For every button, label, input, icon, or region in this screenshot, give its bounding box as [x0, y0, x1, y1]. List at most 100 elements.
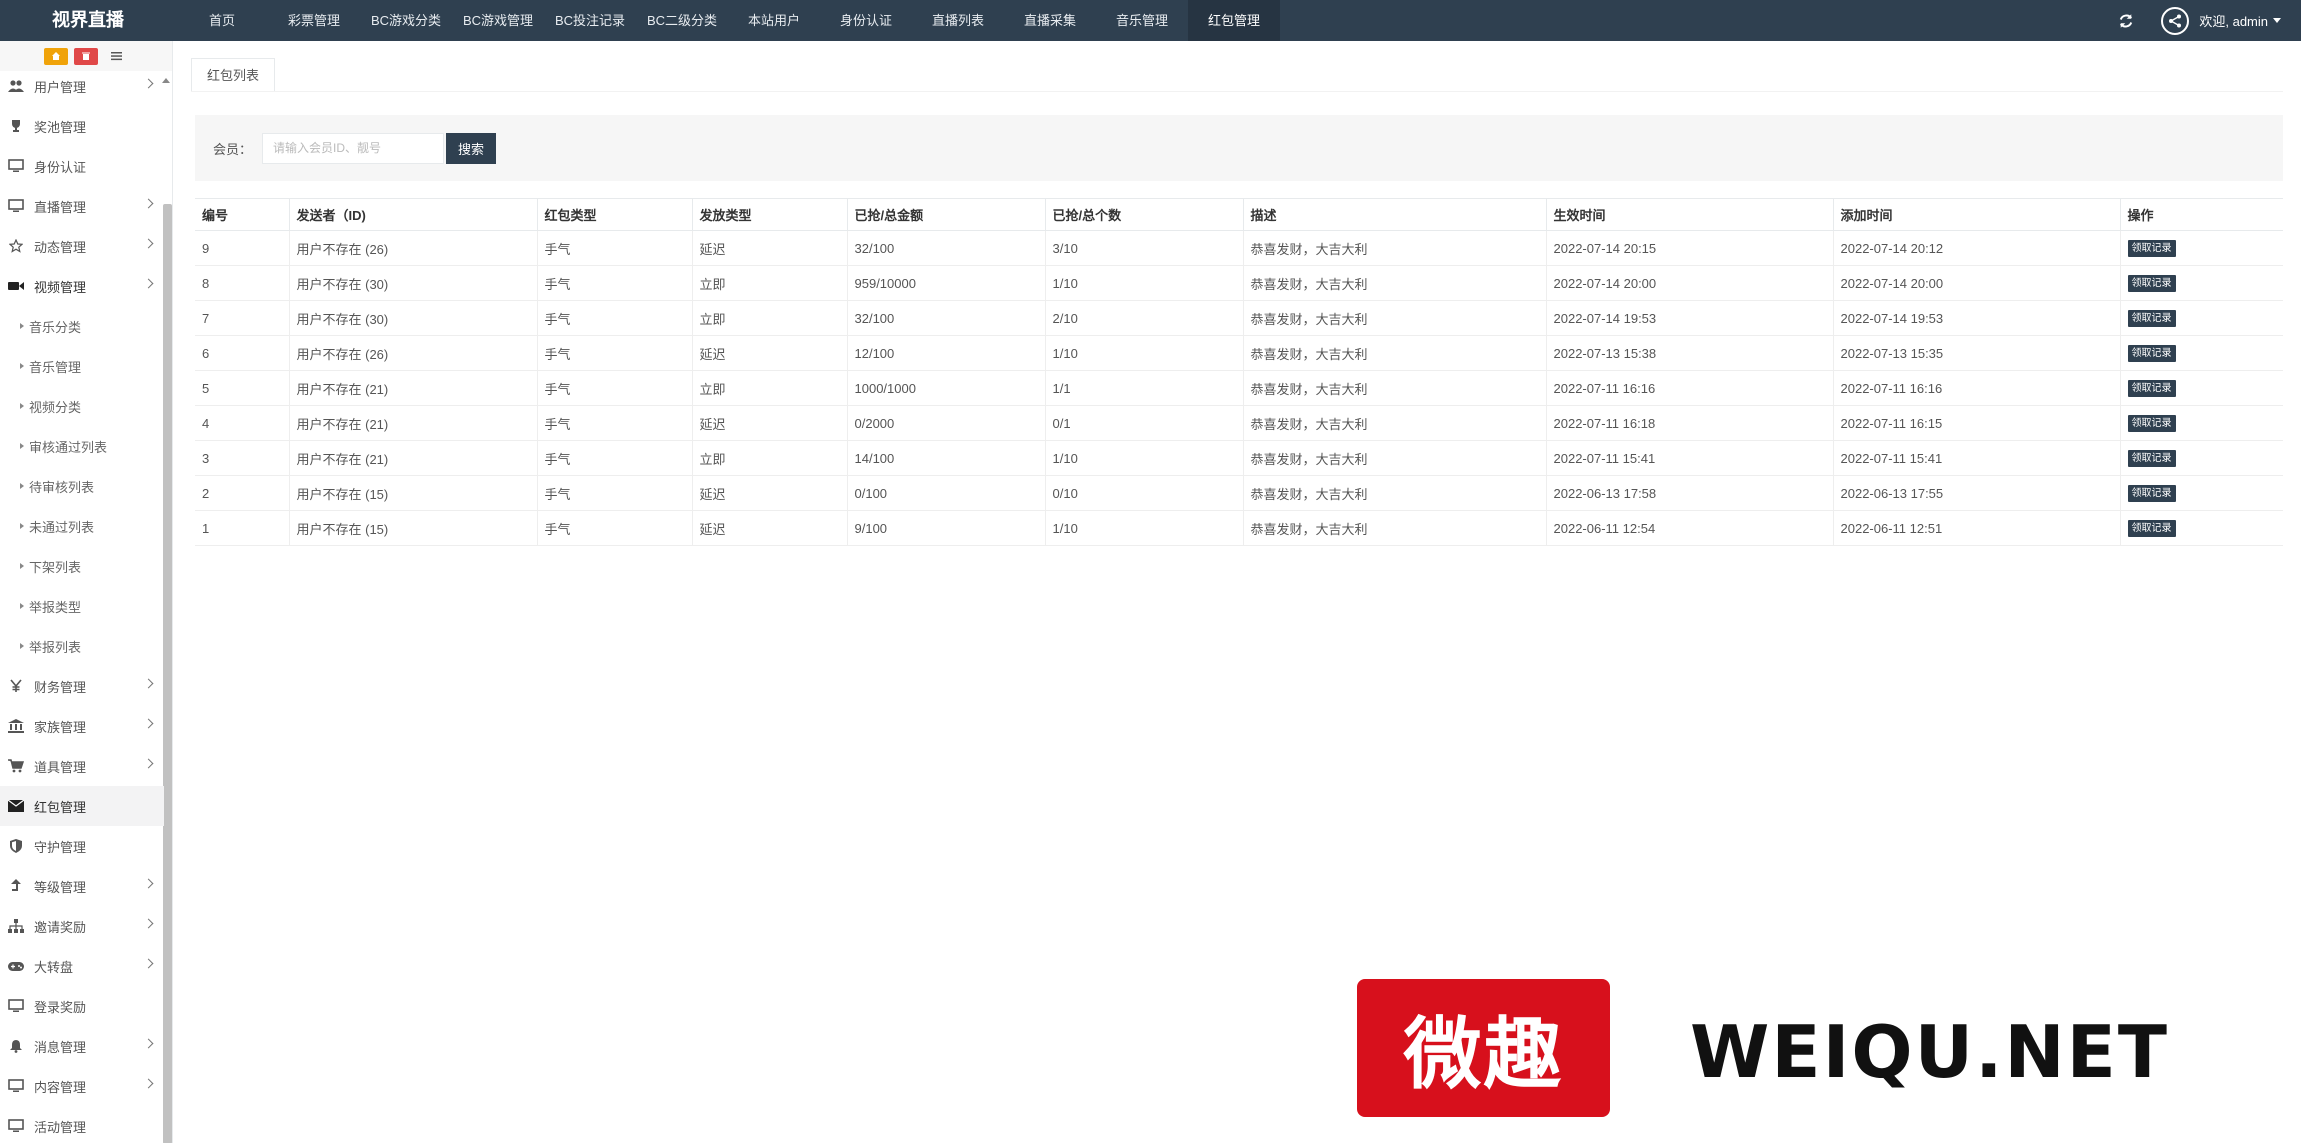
sidebar-item[interactable]: 家族管理 — [0, 706, 164, 746]
nav-item[interactable]: 直播采集 — [1004, 0, 1096, 41]
nav-item[interactable]: 首页 — [176, 0, 268, 41]
claim-records-button[interactable]: 领取记录 — [2127, 310, 2176, 327]
table-cell: 领取记录 — [2119, 230, 2283, 266]
sidebar-item[interactable]: 用户管理 — [0, 66, 164, 106]
table-cell: 手气 — [536, 300, 692, 336]
nav-item[interactable]: BC游戏分类 — [360, 0, 452, 41]
sidebar-item-label: 用户管理 — [34, 79, 87, 95]
sidebar-item[interactable]: 道具管理 — [0, 746, 164, 786]
chevron-right-icon — [143, 878, 154, 889]
user-greeting[interactable]: 欢迎, admin — [2199, 11, 2268, 30]
bell-icon — [8, 1038, 24, 1054]
sidebar-item[interactable]: 视频管理 — [0, 266, 164, 306]
claim-records-button[interactable]: 领取记录 — [2127, 275, 2176, 292]
sidebar-subitem[interactable]: 下架列表 — [0, 546, 164, 586]
table-cell: 手气 — [536, 510, 692, 546]
sidebar-item-label: 活动管理 — [34, 1119, 87, 1135]
table-row: 1 用户不存在 (15) 手气 延迟 9/100 1/10 恭喜发财，大吉大利 2022-06… — [195, 510, 2283, 546]
sidebar-item-label: 家族管理 — [34, 719, 87, 735]
sidebar-item-label: 奖池管理 — [34, 119, 87, 135]
claim-records-button[interactable]: 领取记录 — [2127, 415, 2176, 432]
table-cell: 立即 — [691, 370, 847, 406]
sidebar-subitem[interactable]: 审核通过列表 — [0, 426, 164, 466]
sidebar-item[interactable]: 奖池管理 — [0, 106, 164, 146]
sidebar-item[interactable]: 大转盘 — [0, 946, 164, 986]
nav-item[interactable]: BC投注记录 — [544, 0, 636, 41]
nav-item[interactable]: 彩票管理 — [268, 0, 360, 41]
sidebar-item[interactable]: 红包管理 — [0, 786, 164, 826]
table-row: 6 用户不存在 (26) 手气 延迟 12/100 1/10 恭喜发财，大吉大利 2022-0… — [195, 335, 2283, 371]
brand-title[interactable]: 视界直播 — [0, 0, 176, 41]
table-cell: 领取记录 — [2119, 475, 2283, 511]
sidebar-item[interactable]: 活动管理 — [0, 1106, 164, 1143]
home-icon[interactable] — [44, 47, 68, 65]
claim-records-button[interactable]: 领取记录 — [2127, 240, 2176, 257]
sidebar-item[interactable]: 财务管理 — [0, 666, 164, 706]
top-right-area: 欢迎, admin — [2117, 0, 2281, 41]
sidebar-item[interactable]: 身份认证 — [0, 146, 164, 186]
sidebar-item-label: 审核通过列表 — [29, 439, 108, 455]
claim-records-button[interactable]: 领取记录 — [2127, 345, 2176, 362]
sidebar-subitem[interactable]: 未通过列表 — [0, 506, 164, 546]
sidebar-scrollbar[interactable] — [163, 204, 172, 1143]
table-cell: 恭喜发财，大吉大利 — [1242, 475, 1546, 511]
search-panel: 会员： 搜索 — [195, 115, 2283, 181]
chevron-right-icon — [143, 238, 154, 249]
sidebar-subitem[interactable]: 音乐管理 — [0, 346, 164, 386]
sidebar-subitem[interactable]: 音乐分类 — [0, 306, 164, 346]
table-cell: 立即 — [691, 265, 847, 301]
level-up-icon — [8, 878, 24, 894]
sidebar-item-label: 视频分类 — [29, 399, 82, 415]
search-button[interactable]: 搜索 — [446, 132, 497, 164]
table-cell: 延迟 — [691, 230, 847, 266]
claim-records-button[interactable]: 领取记录 — [2127, 450, 2176, 467]
tab-divider — [191, 91, 2283, 92]
member-label: 会员： — [213, 141, 253, 157]
sidebar-item[interactable]: 等级管理 — [0, 866, 164, 906]
claim-records-button[interactable]: 领取记录 — [2127, 485, 2176, 502]
sidebar-subitem[interactable]: 视频分类 — [0, 386, 164, 426]
tab-red-packet-list[interactable]: 红包列表 — [191, 58, 276, 92]
sidebar-item-label: 举报类型 — [29, 599, 82, 615]
claim-records-button[interactable]: 领取记录 — [2127, 520, 2176, 537]
sidebar-subitem[interactable]: 举报类型 — [0, 586, 164, 626]
table-cell: 立即 — [691, 440, 847, 476]
sidebar-subitem[interactable]: 举报列表 — [0, 626, 164, 666]
video-camera-icon — [8, 278, 24, 294]
sidebar-item[interactable]: 消息管理 — [0, 1026, 164, 1066]
sidebar-item[interactable]: 登录奖励 — [0, 986, 164, 1026]
nav-item[interactable]: 红包管理 — [1188, 0, 1280, 41]
claim-records-button[interactable]: 领取记录 — [2127, 380, 2176, 397]
table-row: 2 用户不存在 (15) 手气 延迟 0/100 0/10 恭喜发财，大吉大利 2022-06… — [195, 475, 2283, 511]
sidebar-item[interactable]: 守护管理 — [0, 826, 164, 866]
column-header: 生效时间 — [1545, 198, 1833, 231]
refresh-icon[interactable] — [2117, 12, 2135, 30]
nav-item[interactable]: 本站用户 — [728, 0, 820, 41]
nav-item[interactable]: BC二级分类 — [636, 0, 728, 41]
table-cell: 2022-07-14 19:53 — [1832, 300, 2120, 336]
sidebar-item[interactable]: 直播管理 — [0, 186, 164, 226]
nav-item[interactable]: 身份认证 — [820, 0, 912, 41]
list-icon[interactable] — [104, 48, 128, 65]
nav-item[interactable]: 音乐管理 — [1096, 0, 1188, 41]
column-header: 已抢/总个数 — [1044, 198, 1243, 231]
sidebar-item[interactable]: 内容管理 — [0, 1066, 164, 1106]
table-cell: 1 — [195, 510, 289, 546]
trash-icon[interactable] — [74, 47, 98, 65]
sidebar-item[interactable]: 邀请奖励 — [0, 906, 164, 946]
table-cell: 恭喜发财，大吉大利 — [1242, 300, 1546, 336]
avatar[interactable] — [2161, 6, 2190, 35]
nav-item[interactable]: BC游戏管理 — [452, 0, 544, 41]
sidebar-item[interactable]: 动态管理 — [0, 226, 164, 266]
sidebar-item-label: 音乐分类 — [29, 319, 82, 335]
bank-icon — [8, 718, 24, 734]
sidebar-subitem[interactable]: 待审核列表 — [0, 466, 164, 506]
nav-item[interactable]: 直播列表 — [912, 0, 1004, 41]
cart-icon — [8, 758, 24, 774]
monitor-icon — [8, 1118, 24, 1134]
table-cell: 1000/1000 — [846, 370, 1045, 406]
sidebar-item-label: 举报列表 — [29, 639, 82, 655]
table-cell: 2022-07-14 20:00 — [1832, 265, 2120, 301]
chevron-down-icon[interactable] — [2273, 18, 2281, 23]
member-search-input[interactable] — [262, 132, 445, 164]
